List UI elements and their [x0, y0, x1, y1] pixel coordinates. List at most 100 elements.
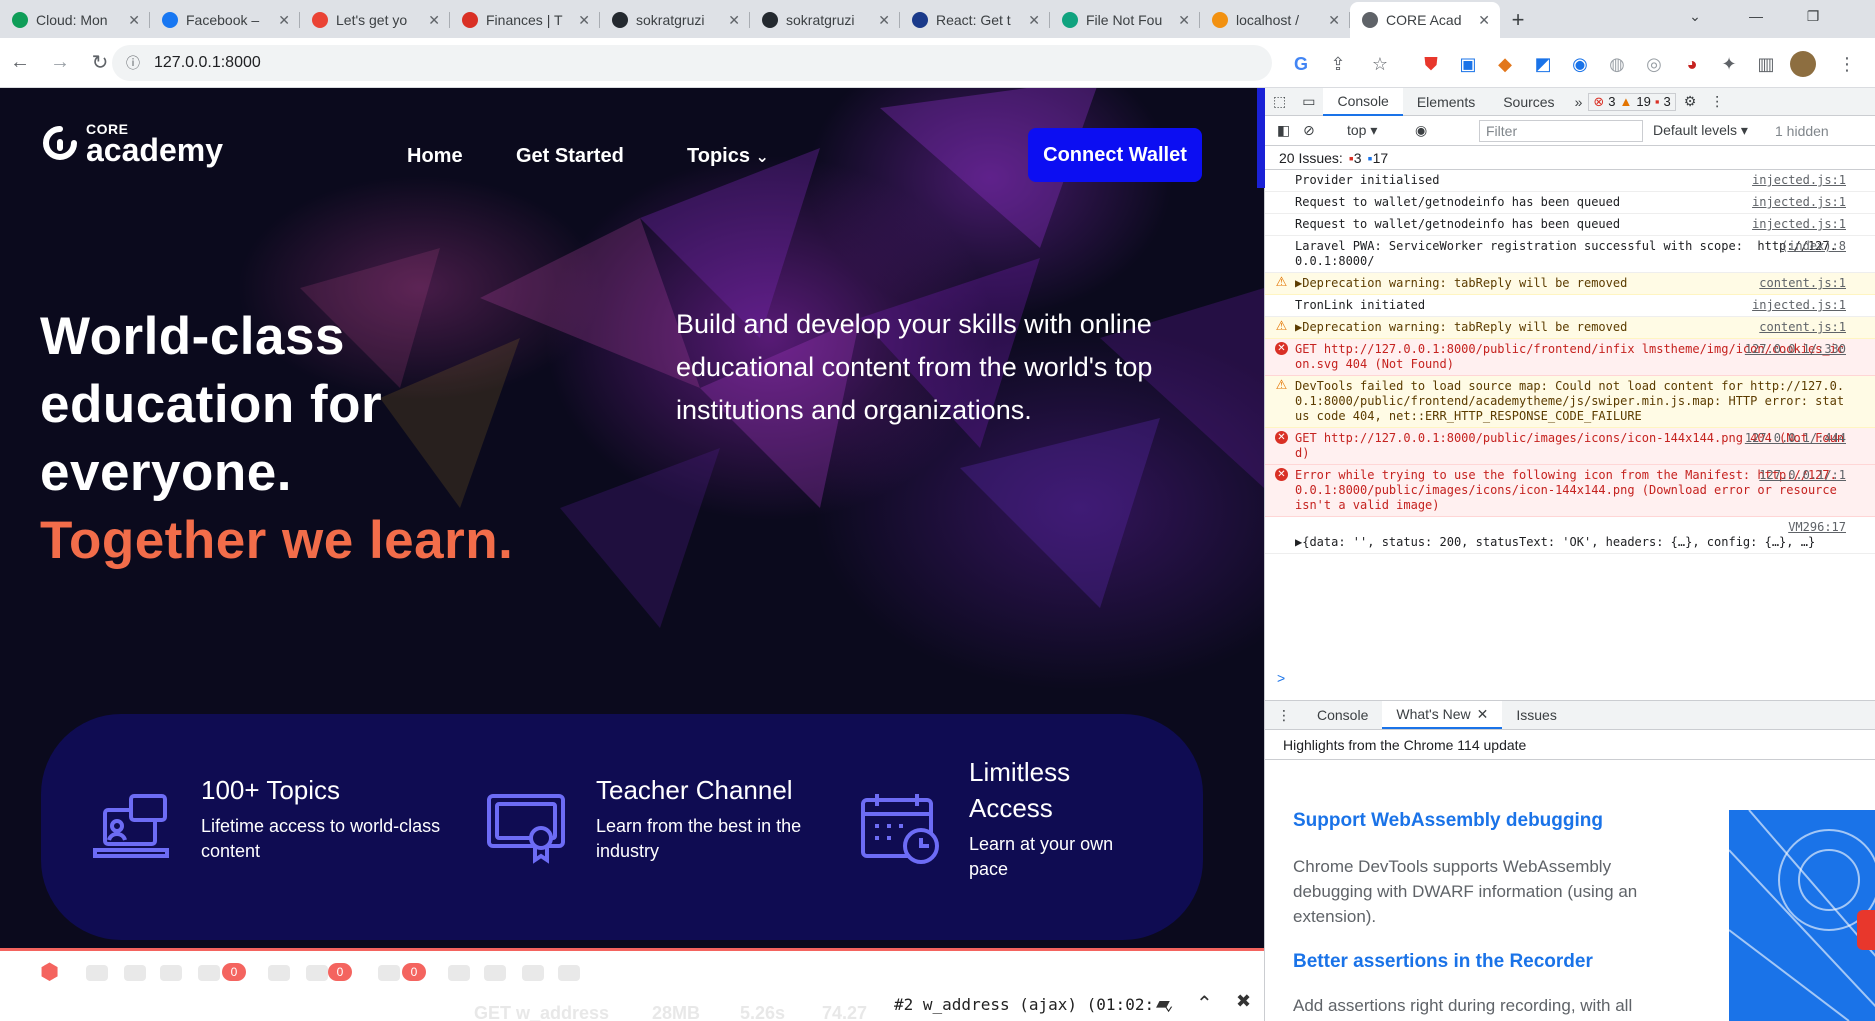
browser-tab[interactable]: Facebook – ✕: [150, 2, 300, 38]
monkey-extension-icon[interactable]: ◕: [1679, 51, 1705, 77]
translate-extension-icon[interactable]: ▣: [1455, 51, 1481, 77]
minimize-window-button[interactable]: —: [1733, 0, 1779, 32]
console-source-link[interactable]: 127.0.0.1/:1: [1759, 468, 1846, 483]
messages-tab-icon[interactable]: [86, 965, 108, 981]
nav-home[interactable]: Home: [407, 145, 463, 168]
devtools-menu-icon[interactable]: ⋮: [1704, 88, 1730, 116]
tab-search-icon[interactable]: ⌄: [1672, 0, 1718, 32]
console-source-link[interactable]: VM296:17: [1788, 520, 1846, 535]
debug-request-select[interactable]: #2 w_address (ajax) (01:02: ⌄: [894, 995, 1173, 1014]
bookmark-star-icon[interactable]: ☆: [1367, 51, 1393, 77]
adblock-extension-icon[interactable]: ⛊: [1418, 51, 1444, 77]
google-lens-icon[interactable]: G: [1288, 51, 1314, 77]
site-info-icon[interactable]: ⓘ: [126, 53, 140, 73]
drawer-tab-console[interactable]: Console: [1303, 701, 1382, 729]
drawer-tab-whats-new[interactable]: What's New ✕: [1382, 701, 1503, 729]
laravel-logo-icon[interactable]: ⬢: [40, 959, 59, 985]
browser-menu-icon[interactable]: ⋮: [1834, 51, 1860, 77]
clear-console-icon[interactable]: ⊘: [1303, 122, 1329, 139]
browser-tab[interactable]: sokratgruzi ✕: [750, 2, 900, 38]
models-tab-icon[interactable]: [378, 965, 400, 981]
browser-tab[interactable]: Cloud: Mon ✕: [0, 2, 150, 38]
issues-bar[interactable]: 20 Issues: ▪ 3 ▪ 17: [1265, 146, 1875, 170]
console-source-link[interactable]: (index):8: [1781, 239, 1846, 254]
close-tab-icon[interactable]: ✕: [128, 12, 140, 29]
close-tab-icon[interactable]: ✕: [1178, 12, 1190, 29]
context-select[interactable]: top ▾: [1347, 122, 1399, 139]
browser-tab[interactable]: File Not Fou ✕: [1050, 2, 1200, 38]
gate-tab-icon[interactable]: [484, 965, 506, 981]
more-tabs-icon[interactable]: »: [1569, 88, 1589, 116]
close-tab-icon[interactable]: ✕: [278, 12, 290, 29]
close-tab-icon[interactable]: ✕: [1478, 12, 1490, 29]
folder-open-icon[interactable]: ▰: [1156, 993, 1170, 1014]
wallet-extension-icon[interactable]: ◩: [1530, 51, 1556, 77]
live-expression-eye-icon[interactable]: ◉: [1415, 122, 1427, 139]
console-source-link[interactable]: content.js:1: [1759, 320, 1846, 335]
views-tab-icon[interactable]: [198, 965, 220, 981]
tab-sources[interactable]: Sources: [1489, 88, 1568, 116]
close-tab-icon[interactable]: ✕: [1328, 12, 1340, 29]
puzzle-extensions-icon[interactable]: ✦: [1716, 51, 1742, 77]
profile-avatar[interactable]: [1790, 51, 1816, 77]
console-source-link[interactable]: injected.js:1: [1752, 217, 1846, 232]
devtools-resize-handle[interactable]: [1257, 88, 1265, 188]
extension-icon[interactable]: ◎: [1641, 51, 1667, 77]
close-tab-icon[interactable]: ✕: [1028, 12, 1040, 29]
console-filter-input[interactable]: Filter: [1479, 120, 1643, 142]
console-source-link[interactable]: content.js:1: [1759, 276, 1846, 291]
session-tab-icon[interactable]: [522, 965, 544, 981]
request-tab-icon[interactable]: [558, 965, 580, 981]
browser-tab[interactable]: Let's get yo ✕: [300, 2, 450, 38]
metamask-extension-icon[interactable]: ◆: [1492, 51, 1518, 77]
whats-new-item-title[interactable]: Better assertions in the Recorder: [1293, 951, 1593, 973]
nav-get-started[interactable]: Get Started: [516, 145, 624, 168]
console-source-link[interactable]: 127.0.0.1/:330: [1745, 342, 1846, 357]
side-panel-icon[interactable]: ▥: [1753, 51, 1779, 77]
browser-tab[interactable]: CORE Acad ✕: [1350, 2, 1500, 38]
close-tab-icon[interactable]: ✕: [728, 12, 740, 29]
close-tab-icon[interactable]: ✕: [428, 12, 440, 29]
core-extension-icon[interactable]: ◉: [1567, 51, 1593, 77]
close-icon[interactable]: ✕: [1477, 706, 1489, 723]
mails-tab-icon[interactable]: [448, 965, 470, 981]
browser-tab[interactable]: localhost / ✕: [1200, 2, 1350, 38]
close-tab-icon[interactable]: ✕: [878, 12, 890, 29]
nav-topics[interactable]: Topics ⌄: [687, 145, 769, 168]
browser-tab[interactable]: React: Get t ✕: [900, 2, 1050, 38]
drawer-tab-issues[interactable]: Issues: [1502, 701, 1570, 729]
chevron-up-icon[interactable]: ⌃: [1196, 991, 1213, 1016]
close-icon[interactable]: ✖: [1236, 991, 1251, 1012]
console-source-link[interactable]: injected.js:1: [1752, 195, 1846, 210]
browser-tab[interactable]: Finances | T ✕: [450, 2, 600, 38]
console-source-link[interactable]: injected.js:1: [1752, 173, 1846, 188]
console-source-link[interactable]: injected.js:1: [1752, 298, 1846, 313]
exceptions-tab-icon[interactable]: [160, 965, 182, 981]
console-source-link[interactable]: 127.0.0.1/:444: [1745, 431, 1846, 446]
maximize-window-button[interactable]: ❐: [1790, 0, 1836, 32]
globe-extension-icon[interactable]: ◍: [1604, 51, 1630, 77]
new-tab-button[interactable]: +: [1500, 2, 1536, 38]
connect-wallet-button[interactable]: Connect Wallet: [1028, 128, 1202, 182]
route-tab-icon[interactable]: [268, 965, 290, 981]
issue-counters[interactable]: ⊗ 3 ▲ 19 ▪ 3: [1588, 92, 1676, 111]
sidebar-toggle-icon[interactable]: ◧: [1277, 122, 1303, 139]
tab-elements[interactable]: Elements: [1403, 88, 1489, 116]
close-tab-icon[interactable]: ✕: [578, 12, 590, 29]
console-prompt-icon[interactable]: >: [1277, 670, 1285, 686]
browser-tab[interactable]: sokratgruzi ✕: [600, 2, 750, 38]
forward-icon[interactable]: →: [40, 51, 80, 74]
back-icon[interactable]: ←: [0, 51, 40, 74]
share-icon[interactable]: ⇪: [1325, 51, 1351, 77]
device-toolbar-icon[interactable]: ▭: [1294, 88, 1323, 116]
address-bar[interactable]: ⓘ 127.0.0.1:8000: [112, 45, 1272, 81]
tab-console[interactable]: Console: [1323, 87, 1403, 116]
core-academy-logo[interactable]: CORE academy: [40, 122, 223, 166]
settings-gear-icon[interactable]: ⚙: [1676, 88, 1705, 116]
whats-new-item-title[interactable]: Support WebAssembly debugging: [1293, 810, 1603, 832]
inspect-element-icon[interactable]: ⬚: [1265, 88, 1294, 116]
queries-tab-icon[interactable]: [306, 965, 328, 981]
timeline-tab-icon[interactable]: [124, 965, 146, 981]
drawer-menu-icon[interactable]: ⋮: [1277, 707, 1303, 724]
log-levels-select[interactable]: Default levels ▾: [1653, 122, 1748, 139]
